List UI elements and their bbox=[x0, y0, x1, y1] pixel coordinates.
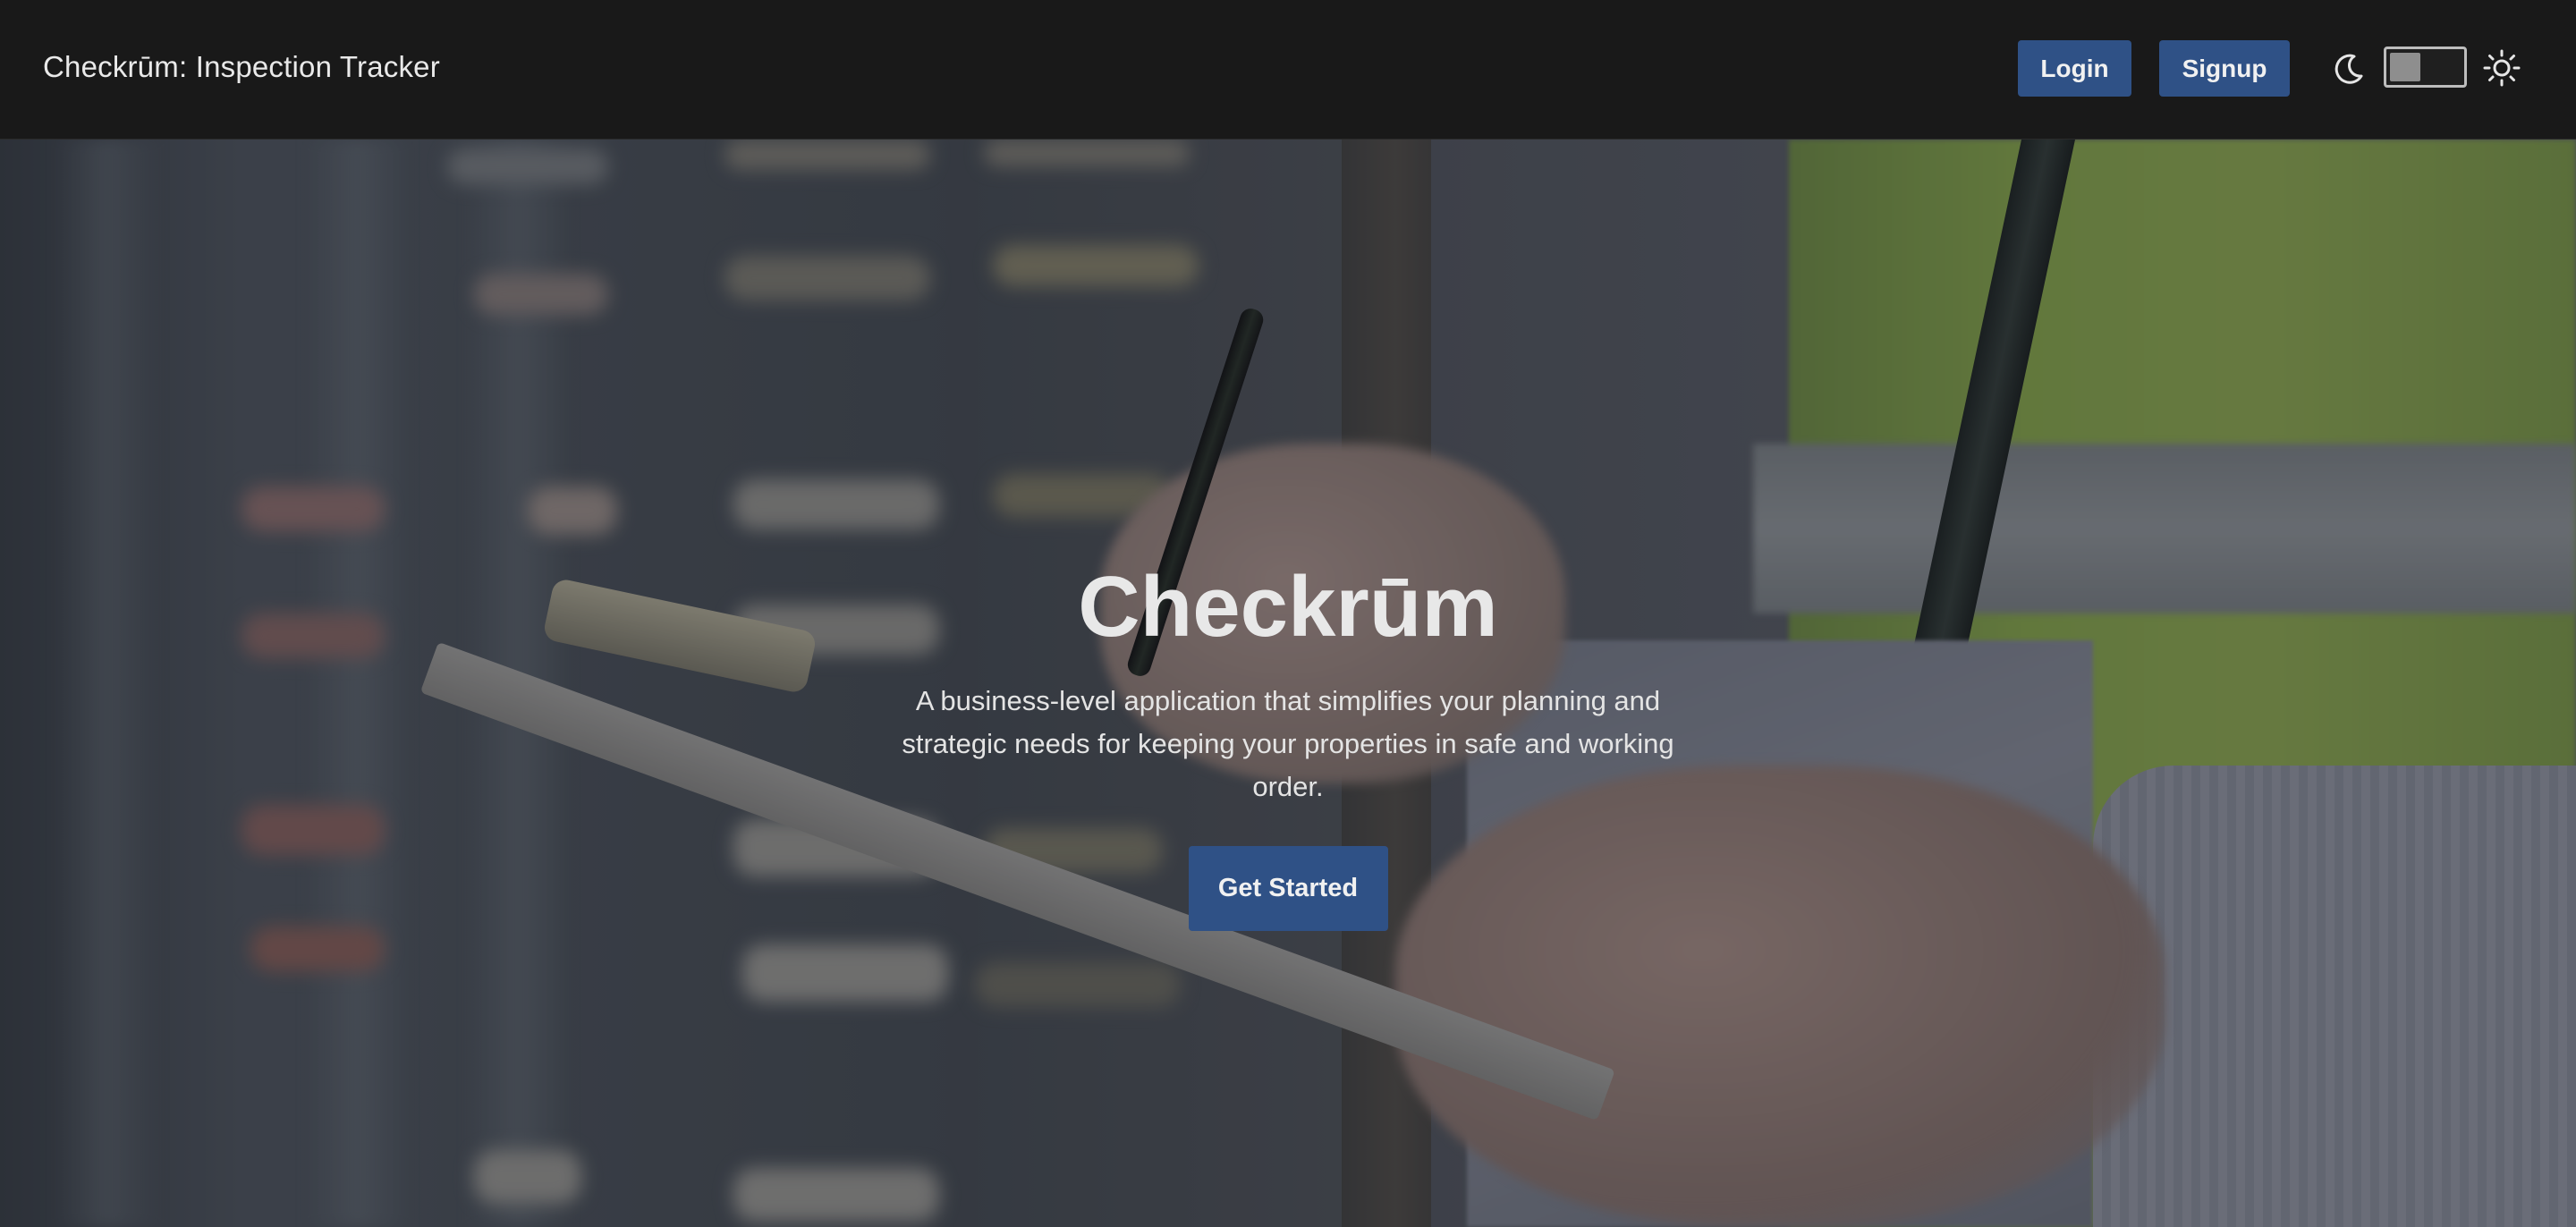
get-started-button[interactable]: Get Started bbox=[1188, 845, 1388, 931]
hero-section: Checkrūm A business-level application th… bbox=[0, 140, 2576, 1227]
theme-toggle-knob bbox=[2390, 53, 2420, 81]
theme-toggle[interactable] bbox=[2384, 47, 2467, 88]
hero-subtitle: A business-level application that simpli… bbox=[902, 684, 1674, 802]
hero-content: Checkrūm A business-level application th… bbox=[0, 560, 2576, 931]
top-navbar: Checkrūm: Inspection Tracker Login Signu… bbox=[0, 0, 2576, 140]
login-button[interactable]: Login bbox=[2018, 40, 2131, 97]
moon-icon bbox=[2334, 54, 2363, 84]
hero-title: Checkrūm bbox=[1078, 559, 1498, 655]
signup-button[interactable]: Signup bbox=[2159, 40, 2290, 97]
sun-icon bbox=[2483, 49, 2521, 87]
brand-title[interactable]: Checkrūm: Inspection Tracker bbox=[43, 50, 440, 84]
